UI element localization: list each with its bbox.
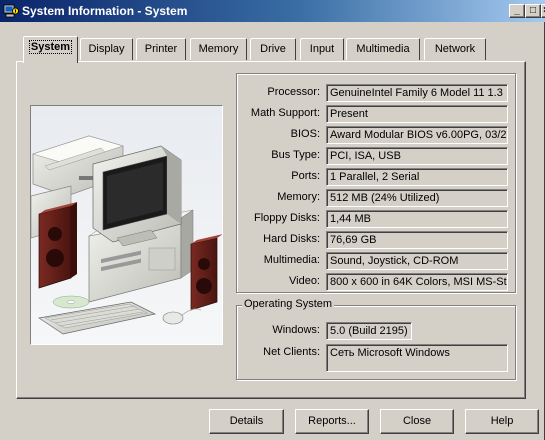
system-info-window: System Information - System _ □ × System… <box>0 0 545 440</box>
minimize-button[interactable]: _ <box>509 4 525 18</box>
hard-disks-field: 76,69 GB <box>326 231 508 249</box>
math-support-label: Math Support: <box>250 107 320 119</box>
memory-field: 512 MB (24% Utilized) <box>326 189 508 207</box>
floppy-disks-label: Floppy Disks: <box>253 212 320 224</box>
tab-multimedia[interactable]: Multimedia <box>346 38 420 60</box>
tab-input[interactable]: Input <box>300 38 344 60</box>
net-clients-field: Сеть Microsoft Windows <box>326 344 508 372</box>
bus-type-field: PCI, ISA, USB <box>326 147 508 165</box>
computer-illustration-art <box>31 106 222 344</box>
tab-drive[interactable]: Drive <box>250 38 296 60</box>
processor-field: GenuineIntel Family 6 Model 11 1.3 <box>326 84 508 102</box>
hard-disks-label: Hard Disks: <box>263 233 320 245</box>
bios-label: BIOS: <box>290 128 320 140</box>
floppy-disks-field: 1,44 MB <box>326 210 508 228</box>
reports-button[interactable]: Reports... <box>295 409 369 434</box>
windows-field: 5.0 (Build 2195) <box>326 322 412 340</box>
video-field: 800 x 600 in 64K Colors, MSI MS-St <box>326 273 508 291</box>
multimedia-field: Sound, Joystick, CD-ROM <box>326 252 508 270</box>
close-button[interactable]: Close <box>380 409 454 434</box>
tab-display[interactable]: Display <box>80 38 133 60</box>
windows-label: Windows: <box>272 324 320 336</box>
processor-label: Processor: <box>267 86 320 98</box>
video-label: Video: <box>289 275 320 287</box>
bus-type-label: Bus Type: <box>271 149 320 161</box>
details-button[interactable]: Details <box>209 409 284 434</box>
ports-field: 1 Parallel, 2 Serial <box>326 168 508 186</box>
window-title: System Information - System <box>22 4 188 18</box>
ports-label: Ports: <box>291 170 320 182</box>
maximize-button[interactable]: □ <box>525 4 541 18</box>
tab-printer[interactable]: Printer <box>136 38 186 60</box>
memory-label: Memory: <box>277 191 320 203</box>
help-button[interactable]: Help <box>465 409 539 434</box>
tab-memory[interactable]: Memory <box>190 38 247 60</box>
tab-system-label: System <box>28 40 73 54</box>
tab-network[interactable]: Network <box>424 38 486 60</box>
net-clients-label: Net Clients: <box>263 346 320 358</box>
system-info-icon <box>3 4 19 18</box>
tab-system[interactable]: System <box>23 36 78 63</box>
title-bar[interactable]: System Information - System _ □ × <box>0 0 545 22</box>
close-window-button[interactable]: × <box>541 4 545 18</box>
math-support-field: Present <box>326 105 508 123</box>
multimedia-label: Multimedia: <box>263 254 320 266</box>
bios-field: Award Modular BIOS v6.00PG, 03/2 <box>326 126 508 144</box>
operating-system-group-title: Operating System <box>242 298 335 310</box>
computer-illustration <box>30 105 223 345</box>
